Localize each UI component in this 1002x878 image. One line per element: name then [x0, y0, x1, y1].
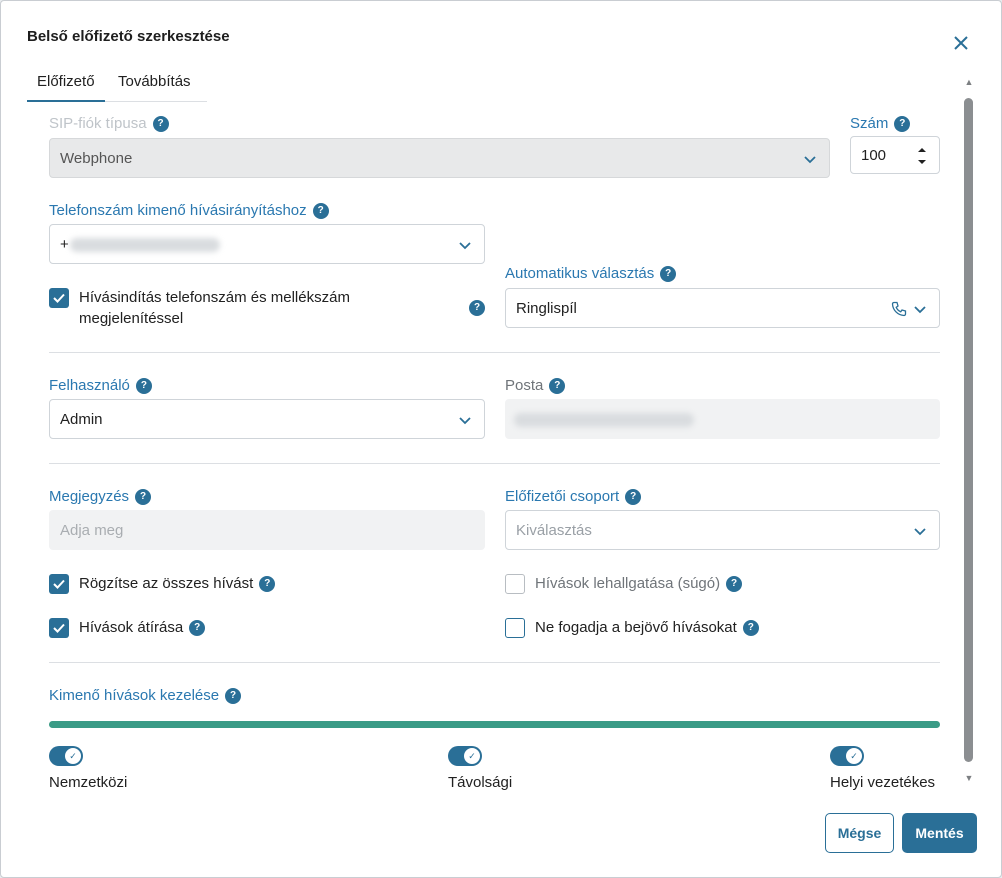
mail-label: Posta ?	[505, 377, 566, 394]
reject-incoming-label: Ne fogadja a bejövő hívásokat ?	[535, 617, 759, 638]
outbound-phone-label: Telefonszám kimenő hívásirányításhoz ?	[49, 202, 329, 219]
edit-subscriber-dialog: Belső előfizető szerkesztése Előfizető T…	[0, 0, 1002, 878]
help-icon[interactable]: ?	[152, 115, 169, 132]
chevron-down-icon	[914, 306, 926, 314]
reject-incoming-checkbox[interactable]	[505, 618, 525, 638]
close-icon[interactable]	[950, 32, 972, 54]
dialog-title: Belső előfizető szerkesztése	[27, 28, 230, 45]
divider	[49, 463, 940, 464]
help-icon[interactable]: ?	[469, 300, 485, 316]
scroll-up-icon[interactable]: ▲	[963, 77, 975, 87]
group-select[interactable]: Kiválasztás	[505, 510, 940, 550]
check-icon	[53, 293, 65, 303]
outbound-phone-select[interactable]: +	[49, 224, 485, 264]
check-icon	[53, 623, 65, 633]
eavesdrop-label: Hívások lehallgatása (súgó) ?	[535, 573, 743, 594]
chevron-down-icon	[459, 242, 471, 250]
check-icon: ✓	[846, 748, 862, 764]
record-all-checkbox[interactable]	[49, 574, 69, 594]
phone-icon[interactable]	[891, 301, 907, 317]
divider	[49, 352, 940, 353]
help-icon[interactable]: ?	[549, 377, 566, 394]
auto-answer-select[interactable]: Ringlispíl	[505, 288, 940, 328]
chevron-down-icon	[914, 528, 926, 536]
call-display-checkbox[interactable]	[49, 288, 69, 308]
group-label: Előfizetői csoport ?	[505, 488, 642, 505]
number-label: Szám ?	[850, 115, 911, 132]
tab-forwarding[interactable]: Továbbítás	[118, 73, 191, 90]
toggle-long-distance[interactable]: ✓	[448, 746, 482, 766]
chevron-down-icon	[459, 417, 471, 425]
note-label: Megjegyzés ?	[49, 488, 152, 505]
help-icon[interactable]: ?	[312, 202, 329, 219]
record-all-label: Rögzítse az összes hívást ?	[79, 573, 276, 594]
toggle-long-distance-label: Távolsági	[448, 774, 513, 791]
auto-answer-label: Automatikus választás ?	[505, 265, 677, 282]
help-icon[interactable]: ?	[726, 575, 743, 592]
user-select[interactable]: Admin	[49, 399, 485, 439]
mail-field	[505, 399, 940, 439]
user-label: Felhasználó ?	[49, 377, 152, 394]
scroll-down-icon[interactable]: ▼	[963, 773, 975, 783]
cancel-button[interactable]: Mégse	[825, 813, 894, 853]
tab-subscriber[interactable]: Előfizető	[27, 73, 105, 102]
sip-type-select[interactable]: Webphone	[49, 138, 830, 178]
toggle-international[interactable]: ✓	[49, 746, 83, 766]
help-icon[interactable]: ?	[189, 619, 206, 636]
help-icon[interactable]: ?	[625, 488, 642, 505]
outbound-handling-label: Kimenő hívások kezelése ?	[49, 687, 242, 704]
number-stepper[interactable]: 100	[850, 136, 940, 174]
toggle-international-label: Nemzetközi	[49, 774, 128, 791]
redacted-phone	[70, 238, 220, 252]
transcribe-checkbox[interactable]	[49, 618, 69, 638]
check-icon: ✓	[464, 748, 480, 764]
toggle-local-label: Helyi vezetékes	[830, 774, 936, 791]
tab-bar: Előfizető Továbbítás	[27, 65, 207, 102]
help-icon[interactable]: ?	[660, 265, 677, 282]
save-button[interactable]: Mentés	[902, 813, 977, 853]
help-icon[interactable]: ?	[894, 115, 911, 132]
help-icon[interactable]: ?	[225, 687, 242, 704]
progress-fill	[49, 721, 940, 728]
check-icon	[53, 579, 65, 589]
outbound-progress-bar	[49, 721, 940, 728]
divider	[49, 662, 940, 663]
toggle-local[interactable]: ✓	[830, 746, 864, 766]
redacted-email	[514, 413, 694, 427]
transcribe-label: Hívások átírása ?	[79, 617, 206, 638]
eavesdrop-checkbox[interactable]	[505, 574, 525, 594]
help-icon[interactable]: ?	[742, 619, 759, 636]
check-icon: ✓	[65, 748, 81, 764]
spinner-arrows-icon[interactable]	[917, 144, 927, 168]
help-icon[interactable]: ?	[135, 377, 152, 394]
help-icon[interactable]: ?	[259, 575, 276, 592]
call-display-label: Hívásindítás telefonszám és mellékszám m…	[79, 289, 350, 327]
scrollbar-thumb[interactable]	[964, 98, 973, 762]
help-icon[interactable]: ?	[135, 488, 152, 505]
sip-type-label: SIP-fiók típusa ?	[49, 115, 169, 132]
note-input[interactable]: Adja meg	[49, 510, 485, 550]
chevron-down-icon	[804, 156, 816, 164]
